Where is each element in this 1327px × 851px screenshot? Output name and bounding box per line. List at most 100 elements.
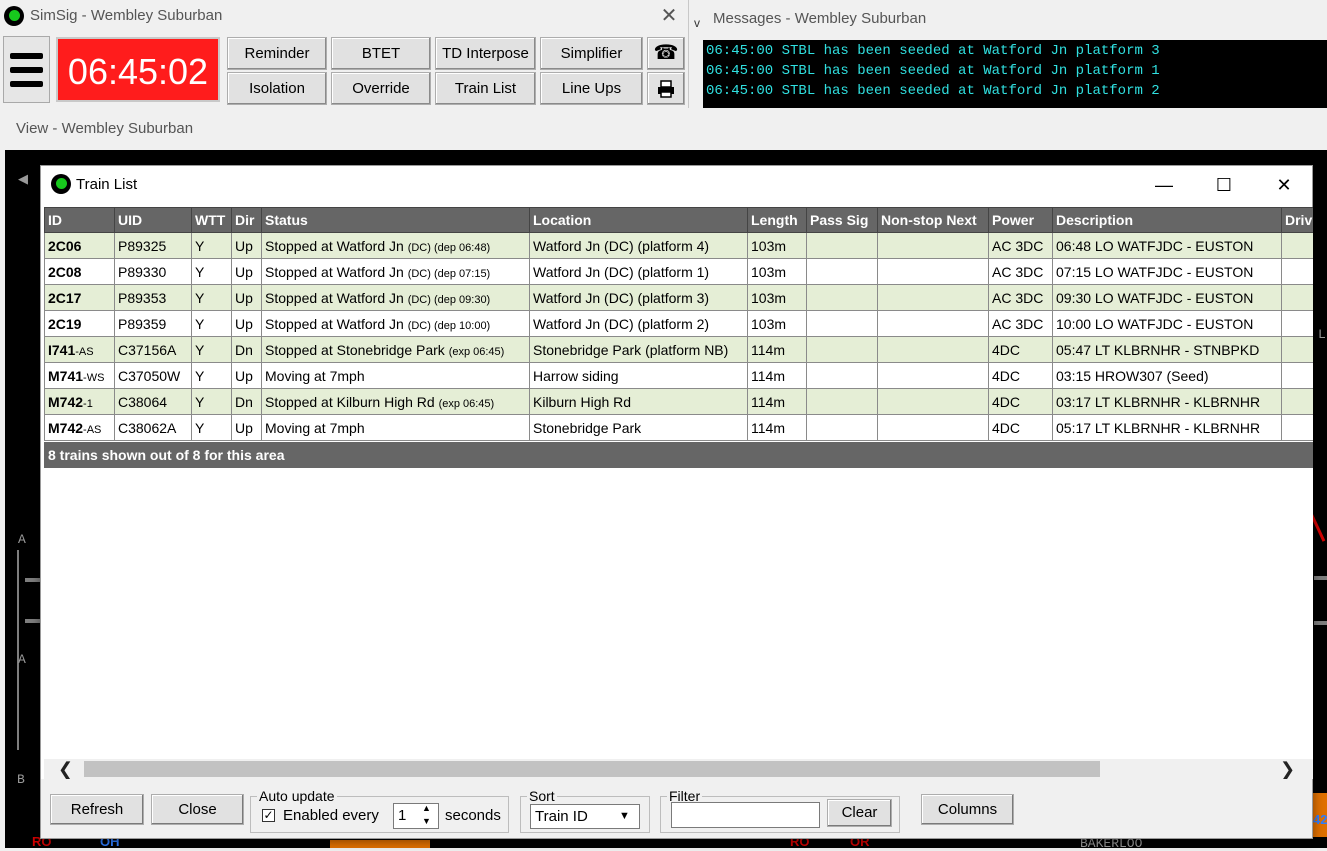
length-cell-value: 103m [751, 315, 787, 332]
sort-select[interactable]: Train ID ▼ [530, 804, 640, 829]
train-table-container[interactable]: ID UID WTT Dir Status Location Length Pa… [44, 207, 1313, 762]
table-row[interactable]: 2C08 P89330 Y Up Stopped at Watford Jn (DC) … [44, 258, 1313, 285]
refresh-button[interactable]: Refresh [50, 794, 144, 825]
power-cell-value: AC 3DC [992, 237, 1044, 254]
simsig-titlebar[interactable]: SimSig - Wembley Suburban ✕ [0, 0, 689, 34]
table-row[interactable]: M742-1 C38064 Y Dn Stopped at Kilburn High R… [44, 388, 1313, 415]
printer-button[interactable] [647, 72, 685, 105]
table-row[interactable]: I741-AS C37156A Y Dn Stopped at Stonebridge … [44, 336, 1313, 363]
track-segment [1314, 621, 1327, 625]
horizontal-scrollbar[interactable]: ❮ ❯ [44, 759, 1313, 779]
close-icon[interactable]: ✕ [1264, 170, 1304, 200]
driver-cell [1281, 232, 1313, 259]
power-cell-value: AC 3DC [992, 289, 1044, 306]
status-cell-note: (DC) (dep 10:00) [407, 319, 491, 332]
stepper-up-icon[interactable]: ▲ [422, 803, 431, 813]
description-cell: 03:15 HROW307 (Seed) [1052, 362, 1282, 389]
uid-cell: P89330 [114, 258, 192, 285]
description-cell-value: 03:17 LT KLBRNHR - KLBRNHR [1056, 393, 1261, 410]
status-cell: Stopped at Watford Jn (DC) (dep 07:15) [261, 258, 530, 285]
stepper-down-icon[interactable]: ▼ [422, 816, 431, 826]
power-cell: AC 3DC [988, 310, 1053, 337]
maximize-icon[interactable]: ☐ [1204, 170, 1244, 200]
location-cell-value: Kilburn High Rd [533, 393, 632, 410]
train-list-button[interactable]: Train List [435, 72, 536, 105]
dir-cell: Up [231, 284, 262, 311]
status-cell-value: Stopped at Kilburn High Rd [265, 393, 435, 410]
uid-cell-value: C37156A [118, 341, 177, 358]
dir-cell: Up [231, 414, 262, 441]
train-id-cell-value: M742 [48, 419, 84, 436]
column-header[interactable]: Location [529, 207, 748, 233]
simsig-logo-icon [4, 6, 24, 26]
sim-clock[interactable]: 06:45:02 [56, 37, 220, 102]
interval-stepper[interactable]: 1 ▲ ▼ [393, 803, 439, 829]
train-id-cell-value: 2C06 [48, 237, 82, 254]
length-cell: 103m [747, 284, 807, 311]
train-id-cell-note: -1 [83, 397, 93, 410]
phone-button[interactable]: ☎ [647, 37, 685, 70]
power-cell-value: 4DC [992, 419, 1021, 436]
length-cell-value: 114m [751, 419, 785, 436]
close-icon[interactable]: ✕ [657, 2, 681, 30]
column-header[interactable]: Status [261, 207, 530, 233]
diagram-label-42: 42 [1313, 812, 1327, 827]
description-cell-value: 06:48 LO WATFJDC - EUSTON [1056, 237, 1254, 254]
column-header[interactable]: Driv [1281, 207, 1313, 233]
line-ups-button[interactable]: Line Ups [540, 72, 643, 105]
description-cell-value: 07:15 LO WATFJDC - EUSTON [1056, 263, 1254, 280]
minimize-icon[interactable]: — [1144, 170, 1184, 200]
column-header[interactable]: Length [747, 207, 807, 233]
table-row[interactable]: M742-AS C38062A Y Up Moving at 7mph Stonebri… [44, 414, 1313, 441]
reminder-button[interactable]: Reminder [227, 37, 327, 70]
length-cell-value: 103m [751, 289, 787, 306]
dir-cell-value: Up [235, 263, 253, 280]
checkmark-icon: ✓ [263, 808, 274, 822]
hamburger-menu-button[interactable] [3, 36, 50, 103]
pass-sig-cell [806, 336, 878, 363]
train-list-titlebar[interactable]: Train List — ☐ ✕ [41, 166, 1312, 204]
filter-input[interactable] [671, 802, 820, 828]
table-row[interactable]: 2C06 P89325 Y Up Stopped at Watford Jn (DC) … [44, 232, 1313, 259]
table-row[interactable]: 2C17 P89353 Y Up Stopped at Watford Jn (DC) … [44, 284, 1313, 311]
simplifier-button[interactable]: Simplifier [540, 37, 643, 70]
column-header[interactable]: ID [44, 207, 115, 233]
status-cell-value: Stopped at Stonebridge Park [265, 341, 445, 358]
dir-cell: Up [231, 232, 262, 259]
description-cell: 03:17 LT KLBRNHR - KLBRNHR [1052, 388, 1282, 415]
scroll-right-icon[interactable]: ❯ [1280, 759, 1295, 779]
description-cell: 06:48 LO WATFJDC - EUSTON [1052, 232, 1282, 259]
view-window-title: View - Wembley Suburban [16, 120, 194, 137]
auto-update-checkbox[interactable]: ✓ [262, 809, 275, 822]
btet-button[interactable]: BTET [331, 37, 431, 70]
messages-log[interactable]: 06:45:00 STBL has been seeded at Watford… [703, 40, 1327, 108]
column-header[interactable]: Non-stop Next [877, 207, 989, 233]
override-button[interactable]: Override [331, 72, 431, 105]
pass-sig-cell [806, 284, 878, 311]
column-header[interactable]: Dir [231, 207, 262, 233]
sort-legend: Sort [529, 788, 555, 804]
table-row[interactable]: 2C19 P89359 Y Up Stopped at Watford Jn (DC) … [44, 310, 1313, 337]
location-cell-value: Watford Jn (DC) (platform 2) [533, 315, 710, 332]
description-cell: 07:15 LO WATFJDC - EUSTON [1052, 258, 1282, 285]
columns-button[interactable]: Columns [921, 794, 1014, 825]
scroll-left-icon[interactable]: ❮ [58, 759, 73, 779]
uid-cell-value: C37050W [118, 367, 181, 384]
close-button[interactable]: Close [151, 794, 244, 825]
uid-cell: C38064 [114, 388, 192, 415]
message-line: 06:45:00 STBL has been seeded at Watford… [706, 83, 1160, 99]
scrollbar-thumb[interactable] [84, 761, 1100, 777]
uid-cell: C37050W [114, 362, 192, 389]
column-header[interactable]: WTT [191, 207, 232, 233]
column-header[interactable]: Description [1052, 207, 1282, 233]
power-cell-value: AC 3DC [992, 263, 1044, 280]
isolation-button[interactable]: Isolation [227, 72, 327, 105]
clear-filter-button[interactable]: Clear [827, 799, 892, 827]
column-header[interactable]: Pass Sig [806, 207, 878, 233]
column-header[interactable]: UID [114, 207, 192, 233]
td-interpose-button[interactable]: TD Interpose [435, 37, 536, 70]
train-id-cell: 2C08 [44, 258, 115, 285]
uid-cell-value: P89325 [118, 237, 167, 254]
table-row[interactable]: M741-WS C37050W Y Up Moving at 7mph Harrow s… [44, 362, 1313, 389]
column-header[interactable]: Power [988, 207, 1053, 233]
